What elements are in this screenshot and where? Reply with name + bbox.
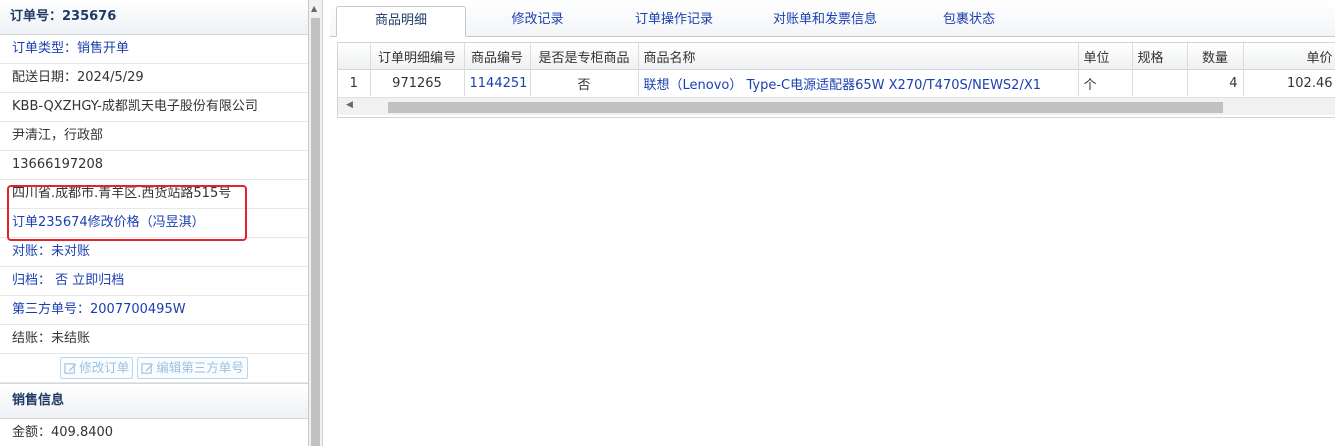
tab-modification-history[interactable]: 修改记录 — [490, 6, 585, 35]
edit-icon — [64, 362, 77, 374]
tab-statement-invoice[interactable]: 对账单和发票信息 — [750, 6, 900, 35]
edit-order-button[interactable]: 修改订单 — [60, 357, 134, 379]
delivery-date: 配送日期：2024/5/29 — [0, 64, 308, 93]
scroll-thumb[interactable] — [311, 18, 320, 446]
horizontal-scroll-thumb[interactable] — [388, 102, 1223, 113]
detail-tabs: 商品明细 修改记录 订单操作记录 对账单和发票信息 包裹状态 — [330, 0, 1335, 37]
cell-product-name-link[interactable]: 联想（Lenovo） Type-C电源适配器65W X270/T470S/NEW… — [638, 69, 1079, 96]
col-product-id[interactable]: 商品编号 — [464, 43, 531, 70]
cell-index: 1 — [338, 69, 371, 96]
scroll-left-arrow-icon[interactable]: ◀ — [346, 100, 353, 110]
action-buttons: 修改订单 编辑第三方单号 — [0, 354, 308, 383]
cell-quantity: 4 — [1187, 69, 1244, 96]
edit-third-party-label: 编辑第三方单号 — [156, 360, 244, 375]
edit-order-label: 修改订单 — [79, 360, 130, 375]
tab-product-details[interactable]: 商品明细 — [336, 6, 466, 37]
table-row[interactable]: 1 971265 1144251 否 联想（Lenovo） Type-C电源适配… — [338, 69, 1335, 96]
col-unit[interactable]: 单位 — [1078, 43, 1133, 70]
cell-detail-id: 971265 — [370, 69, 465, 96]
contact-person: 尹清江，行政部 — [0, 122, 308, 151]
col-product-name[interactable]: 商品名称 — [638, 43, 1079, 70]
sales-amount: 金额：409.8400 — [0, 419, 308, 446]
reconcile-status[interactable]: 对账：未对账 — [0, 238, 308, 267]
cell-unit-price: 102.46 — [1243, 69, 1335, 96]
cell-spec — [1132, 69, 1188, 96]
phone-number: 13666197208 — [0, 151, 308, 180]
left-panel-scrollbar[interactable]: ▲ — [309, 0, 323, 446]
red-highlight-box — [7, 185, 247, 241]
product-table: 订单明细编号 商品编号 是否是专柜商品 商品名称 单位 规格 数量 单价 1 9… — [338, 43, 1335, 96]
col-quantity[interactable]: 数量 — [1187, 43, 1244, 70]
detail-panel: 商品明细 修改记录 订单操作记录 对账单和发票信息 包裹状态 订单明细编号 商品… — [330, 0, 1335, 446]
cell-product-id-link[interactable]: 1144251 — [464, 69, 531, 96]
col-detail-id[interactable]: 订单明细编号 — [370, 43, 465, 70]
company-name: KBB-QXZHGY-成都凯天电子股份有限公司 — [0, 93, 308, 122]
tab-package-status[interactable]: 包裹状态 — [910, 6, 1028, 35]
col-unit-price[interactable]: 单价 — [1243, 43, 1335, 70]
edit-icon — [141, 362, 154, 374]
archive-status[interactable]: 归档： 否 立即归档 — [0, 267, 308, 296]
scroll-up-arrow-icon[interactable]: ▲ — [311, 4, 317, 13]
third-party-number[interactable]: 第三方单号：2007700495W — [0, 296, 308, 325]
order-number-header: 订单号：235676 — [0, 0, 308, 35]
cell-counter-product: 否 — [530, 69, 639, 96]
cell-unit: 个 — [1078, 69, 1133, 96]
table-header-row: 订单明细编号 商品编号 是否是专柜商品 商品名称 单位 规格 数量 单价 — [338, 43, 1335, 70]
tab-order-operation-log[interactable]: 订单操作记录 — [618, 6, 730, 35]
col-spec[interactable]: 规格 — [1132, 43, 1188, 70]
settlement-status: 结账：未结账 — [0, 325, 308, 354]
col-index[interactable] — [338, 43, 371, 70]
table-horizontal-scrollbar[interactable]: ◀ — [338, 97, 1335, 115]
edit-third-party-button[interactable]: 编辑第三方单号 — [137, 357, 248, 379]
sales-info-header: 销售信息 — [0, 383, 308, 419]
product-table-container: 订单明细编号 商品编号 是否是专柜商品 商品名称 单位 规格 数量 单价 1 9… — [337, 42, 1335, 118]
col-counter-product[interactable]: 是否是专柜商品 — [530, 43, 639, 70]
order-type[interactable]: 订单类型：销售开单 — [0, 35, 308, 64]
order-info-panel: 订单号：235676 订单类型：销售开单 配送日期：2024/5/29 KBB-… — [0, 0, 309, 446]
